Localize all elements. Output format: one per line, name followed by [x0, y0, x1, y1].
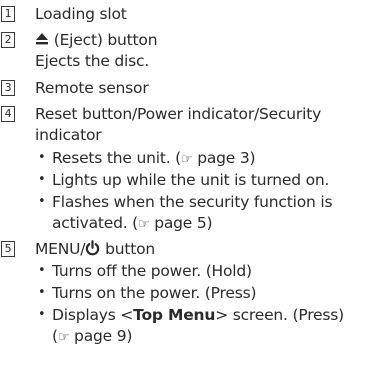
- power-icon: [85, 240, 100, 261]
- bullet-text: Lights up while the unit is turned on.: [52, 171, 330, 189]
- bullet-text: Turns off the power. (Hold): [52, 262, 252, 280]
- item-number-box: 3: [1, 80, 15, 96]
- top-menu-label: Top Menu: [133, 306, 216, 324]
- item-number-box: 4: [1, 106, 15, 122]
- item-title: (Eject) button: [35, 30, 158, 50]
- bullet-text-continued: activated. (☞ page 5): [52, 214, 213, 232]
- item-title: Loading slot: [35, 5, 127, 23]
- eject-icon: [35, 30, 49, 50]
- bullet-text: Flashes when the security function is: [52, 193, 333, 211]
- item-number-box: 1: [1, 6, 15, 22]
- bullet-marker: •: [38, 285, 46, 300]
- bullet-text: Displays <Top Menu> screen. (Press): [52, 306, 344, 324]
- item-title: Remote sensor: [35, 79, 149, 97]
- item-number-box: 5: [1, 241, 15, 257]
- bullet-marker: •: [38, 263, 46, 278]
- item-number-box: 2: [1, 32, 15, 48]
- bullet-marker: •: [38, 172, 46, 187]
- bullet-text-continued: (☞ page 9): [52, 327, 133, 345]
- eject-button-label: (Eject) button: [53, 31, 158, 49]
- page-reference-icon: ☞: [181, 152, 193, 167]
- page-reference-icon: ☞: [57, 330, 70, 345]
- bullet-marker: •: [38, 307, 46, 322]
- item-title-line-1: Reset button/Power indicator/Security: [35, 105, 322, 123]
- item-title-line-2: indicator: [35, 126, 102, 144]
- bullet-marker: •: [38, 150, 46, 165]
- bullet-text: Resets the unit. (☞ page 3): [52, 149, 256, 167]
- bullet-marker: •: [38, 194, 46, 209]
- bullet-text: Turns on the power. (Press): [52, 284, 257, 302]
- item-description: Ejects the disc.: [35, 52, 150, 70]
- item-title: MENU/ button: [35, 239, 155, 261]
- page-reference-icon: ☞: [138, 217, 150, 232]
